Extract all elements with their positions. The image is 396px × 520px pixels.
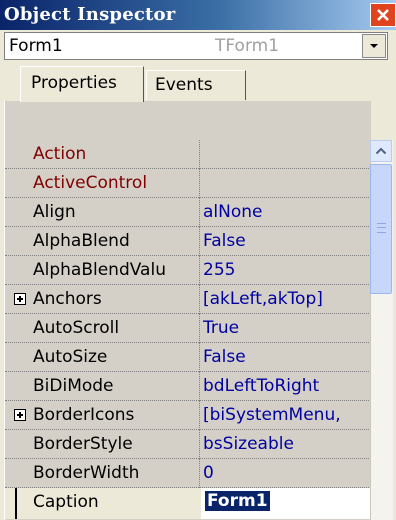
property-value[interactable]: bsSizeable bbox=[203, 434, 371, 454]
column-divider[interactable] bbox=[199, 198, 201, 227]
chevron-down-icon bbox=[370, 44, 378, 48]
column-divider[interactable] bbox=[199, 169, 201, 198]
expand-plus-icon[interactable] bbox=[14, 293, 26, 305]
property-grid[interactable]: Action ActiveControl Align alNone AlphaB… bbox=[4, 101, 371, 520]
property-row[interactable]: AlphaBlend False bbox=[5, 227, 371, 256]
property-row[interactable]: AutoScroll True bbox=[5, 314, 371, 343]
object-name: Form1 bbox=[9, 36, 63, 56]
property-name: Align bbox=[33, 202, 76, 222]
tab-properties[interactable]: Properties bbox=[20, 66, 144, 102]
property-name: Action bbox=[33, 144, 87, 164]
column-divider[interactable] bbox=[199, 372, 201, 401]
property-name: BiDiMode bbox=[33, 376, 114, 396]
column-divider[interactable] bbox=[199, 314, 201, 343]
property-value[interactable]: alNone bbox=[203, 202, 371, 222]
property-value[interactable]: 255 bbox=[203, 260, 371, 280]
property-row[interactable]: BorderStyle bsSizeable bbox=[5, 430, 371, 459]
property-name: AlphaBlendValu bbox=[33, 260, 166, 280]
column-divider[interactable] bbox=[199, 140, 201, 169]
property-value[interactable]: False bbox=[203, 231, 371, 251]
property-name: Anchors bbox=[33, 289, 102, 309]
selected-row-marker bbox=[15, 488, 17, 519]
property-name: AutoScroll bbox=[33, 318, 120, 338]
tab-events[interactable]: Events bbox=[146, 70, 246, 100]
column-divider[interactable] bbox=[199, 401, 201, 430]
property-name: BorderWidth bbox=[33, 463, 140, 483]
property-value[interactable]: 0 bbox=[203, 463, 371, 483]
title-bar: Object Inspector bbox=[0, 0, 396, 30]
property-row[interactable]: Align alNone bbox=[5, 198, 371, 227]
column-divider[interactable] bbox=[199, 285, 201, 314]
grip-icon bbox=[377, 223, 386, 233]
property-row[interactable]: BorderWidth 0 bbox=[5, 459, 371, 488]
close-icon bbox=[377, 9, 389, 21]
dropdown-button[interactable] bbox=[362, 34, 386, 58]
property-name: AlphaBlend bbox=[33, 231, 130, 251]
property-name: BorderIcons bbox=[33, 405, 135, 425]
column-divider[interactable] bbox=[199, 227, 201, 256]
column-divider[interactable] bbox=[199, 459, 201, 488]
property-row[interactable]: Anchors [akLeft,akTop] bbox=[5, 285, 371, 314]
property-value[interactable]: True bbox=[203, 318, 371, 338]
chevron-up-icon bbox=[375, 147, 387, 155]
tab-properties-label: Properties bbox=[31, 73, 117, 93]
property-row-selected[interactable]: Caption Form1 bbox=[5, 488, 371, 519]
property-name: AutoSize bbox=[33, 347, 108, 367]
property-row[interactable]: BorderIcons [biSystemMenu, bbox=[5, 401, 371, 430]
object-selector[interactable]: Form1 TForm1 bbox=[4, 32, 388, 60]
column-divider[interactable] bbox=[199, 343, 201, 372]
property-name: ActiveControl bbox=[33, 173, 148, 193]
tab-events-label: Events bbox=[155, 75, 213, 95]
property-name: BorderStyle bbox=[33, 434, 133, 454]
property-row[interactable]: BiDiMode bdLeftToRight bbox=[5, 372, 371, 401]
close-button[interactable] bbox=[370, 3, 396, 27]
column-divider[interactable] bbox=[199, 256, 201, 285]
column-divider[interactable] bbox=[199, 430, 201, 459]
expand-plus-icon[interactable] bbox=[14, 409, 26, 421]
property-value[interactable]: [biSystemMenu, bbox=[203, 405, 371, 425]
property-value[interactable]: bdLeftToRight bbox=[203, 376, 371, 396]
property-value[interactable]: [akLeft,akTop] bbox=[203, 289, 371, 309]
property-value[interactable]: False bbox=[203, 347, 371, 367]
property-row[interactable]: Action bbox=[5, 140, 371, 169]
property-row[interactable]: AutoSize False bbox=[5, 343, 371, 372]
property-name: Caption bbox=[33, 492, 99, 512]
object-type: TForm1 bbox=[215, 36, 280, 56]
property-row[interactable]: AlphaBlendValu 255 bbox=[5, 256, 371, 285]
property-value-editor[interactable]: Form1 bbox=[205, 491, 371, 511]
selected-text: Form1 bbox=[205, 491, 270, 511]
scroll-up-button[interactable] bbox=[370, 140, 392, 162]
window-title: Object Inspector bbox=[4, 4, 176, 25]
scroll-thumb[interactable] bbox=[370, 164, 392, 294]
property-row[interactable]: ActiveControl bbox=[5, 169, 371, 198]
